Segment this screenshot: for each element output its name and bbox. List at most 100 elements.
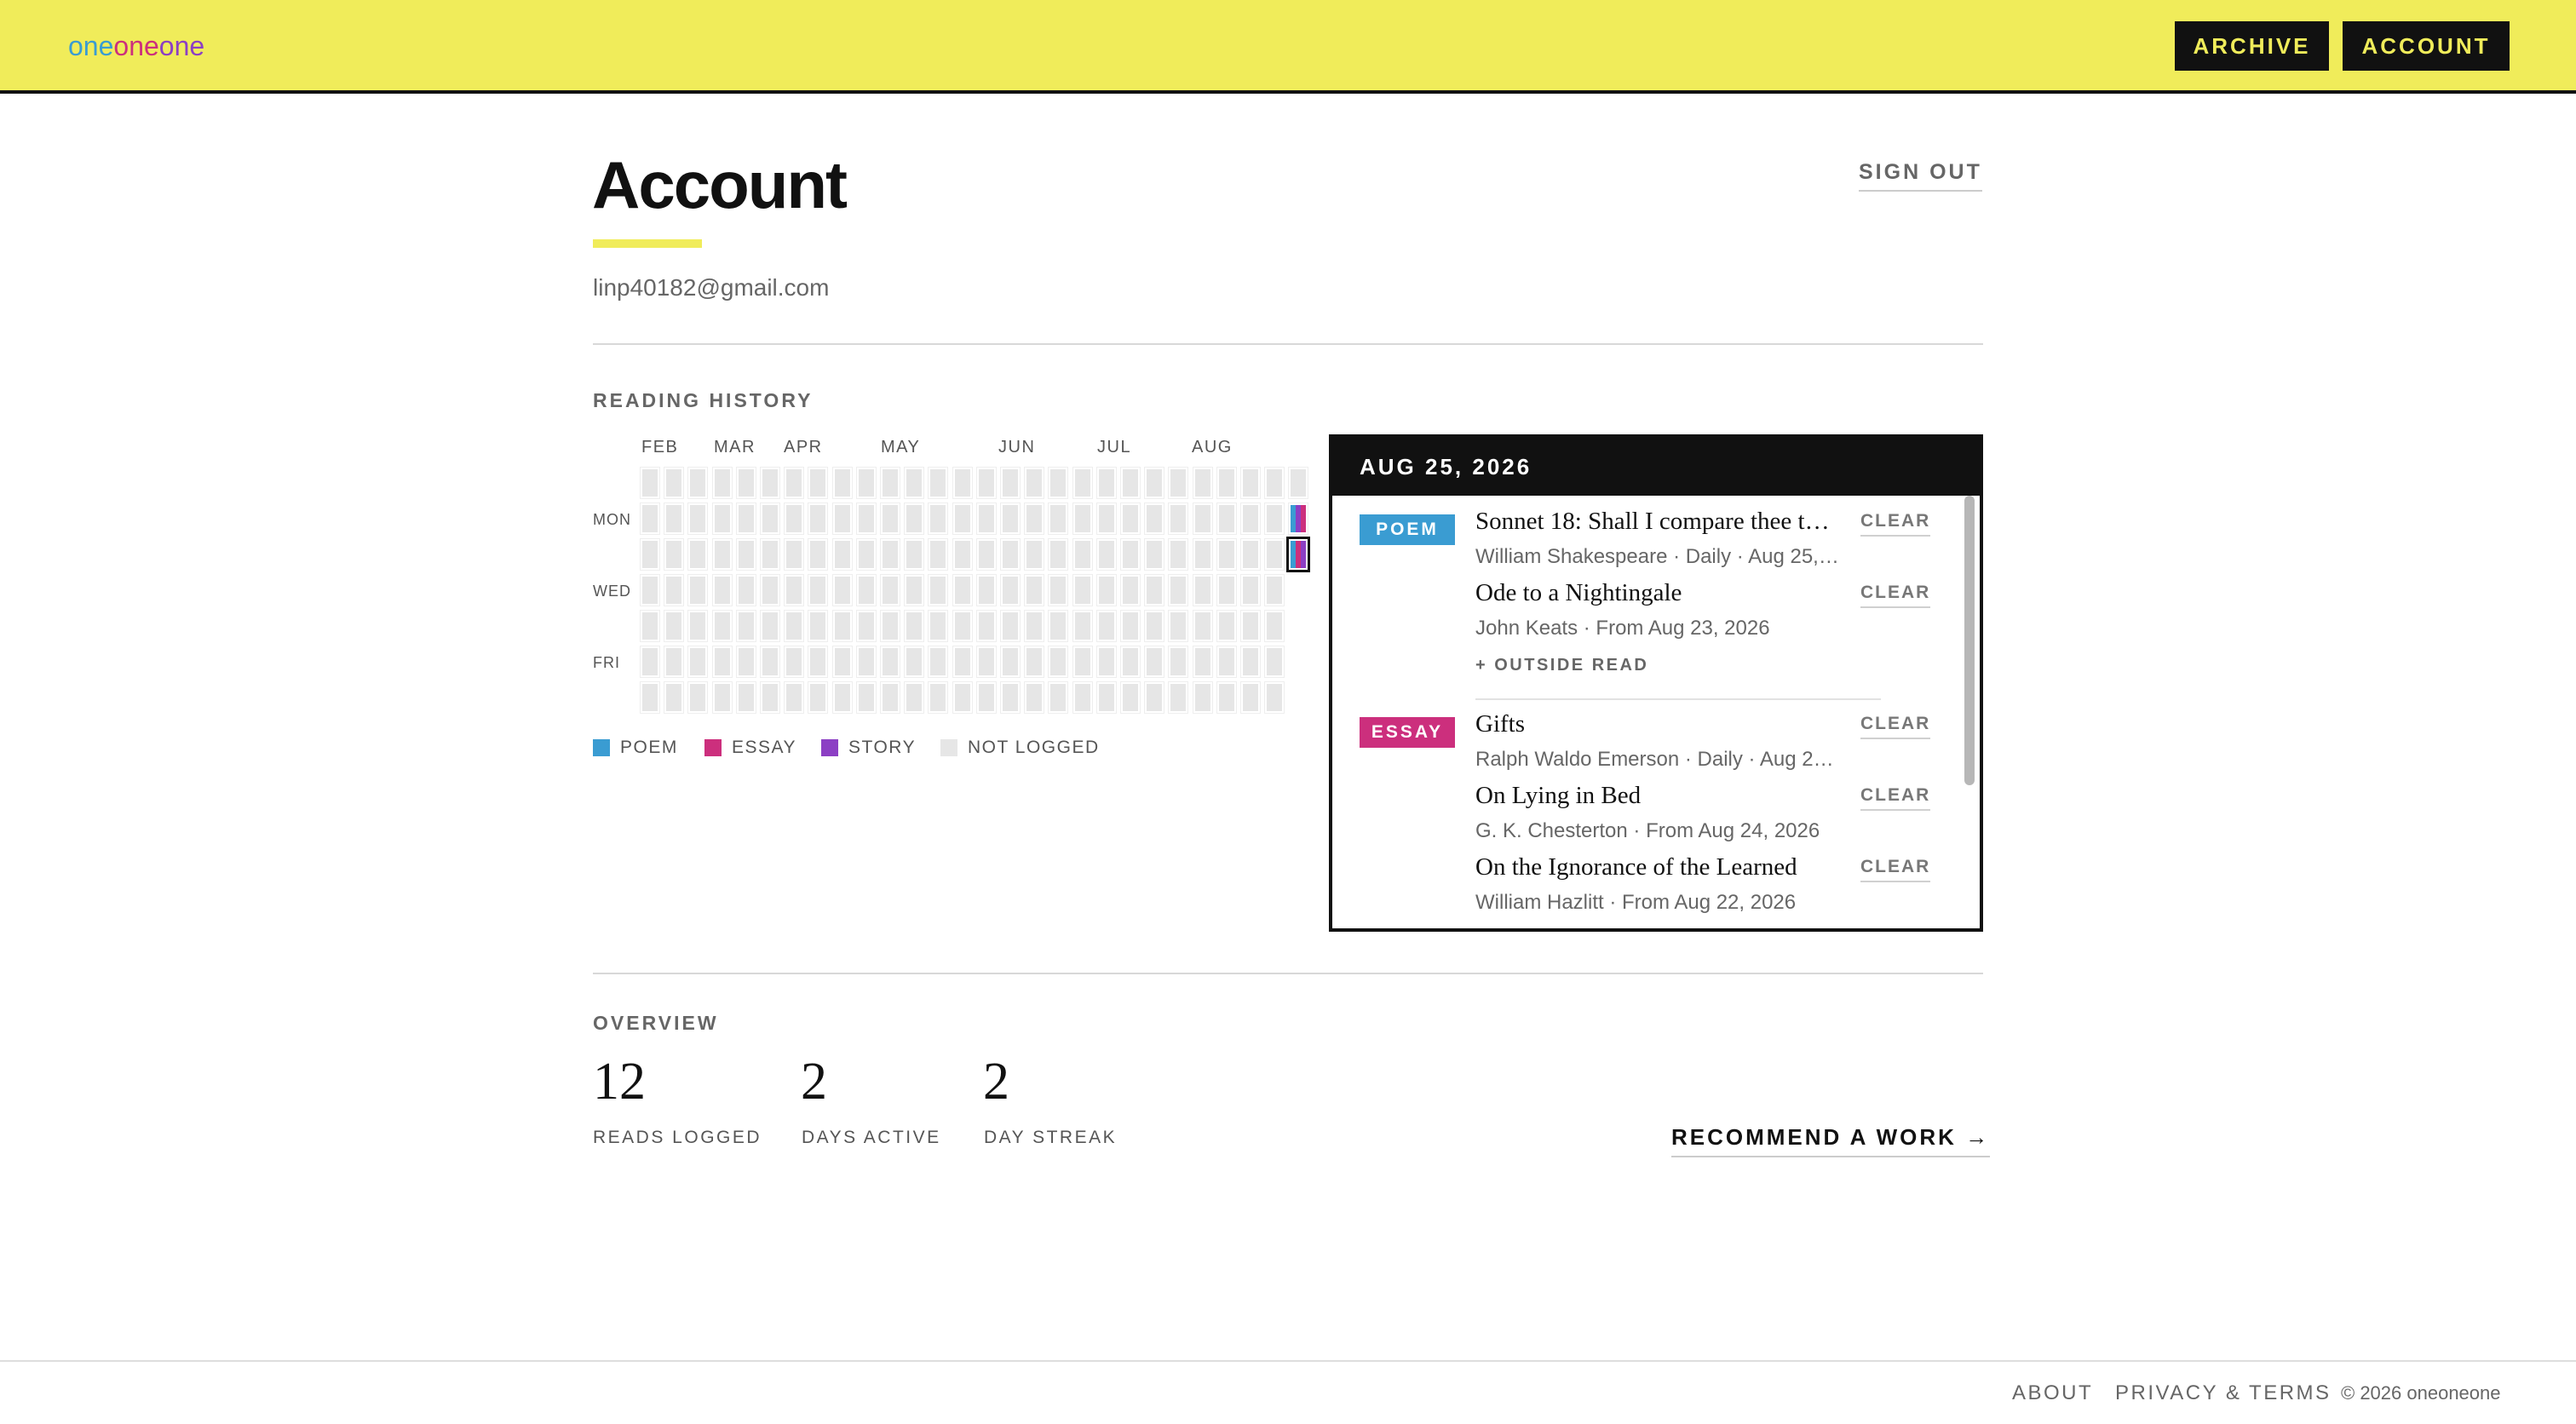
heatmap-cell[interactable] — [1096, 502, 1117, 535]
heatmap-cell[interactable] — [712, 574, 733, 606]
heatmap-cell[interactable] — [1096, 646, 1117, 678]
heatmap-cell[interactable] — [1240, 646, 1261, 678]
heatmap-cell[interactable] — [1024, 681, 1044, 714]
heatmap-cell[interactable] — [736, 681, 756, 714]
heatmap-cell[interactable] — [1048, 538, 1068, 571]
heatmap-cell[interactable] — [952, 610, 973, 642]
heatmap-cell[interactable] — [856, 681, 877, 714]
heatmap-cell[interactable] — [1072, 502, 1093, 535]
heatmap-cell[interactable] — [1096, 574, 1117, 606]
heatmap-cell[interactable] — [687, 610, 708, 642]
heatmap-cell[interactable] — [1240, 538, 1261, 571]
heatmap-cell[interactable] — [1024, 574, 1044, 606]
heatmap-cell[interactable] — [736, 646, 756, 678]
heatmap-cell[interactable] — [880, 574, 900, 606]
heatmap-cell[interactable] — [1216, 646, 1237, 678]
heatmap-cell[interactable] — [880, 538, 900, 571]
heatmap-cell[interactable] — [808, 538, 828, 571]
heatmap-cell[interactable] — [832, 538, 853, 571]
heatmap-cell[interactable] — [1000, 681, 1021, 714]
heatmap-cell[interactable] — [640, 574, 660, 606]
heatmap-cell[interactable] — [856, 610, 877, 642]
heatmap-cell[interactable] — [736, 610, 756, 642]
heatmap-cell[interactable] — [1144, 538, 1164, 571]
heatmap-cell[interactable] — [664, 681, 684, 714]
heatmap-cell[interactable] — [808, 681, 828, 714]
work-title[interactable]: Gifts — [1475, 710, 1525, 738]
heatmap-cell[interactable] — [1048, 502, 1068, 535]
heatmap-cell[interactable] — [640, 646, 660, 678]
heatmap-cell[interactable] — [880, 646, 900, 678]
heatmap-cell[interactable] — [1168, 502, 1188, 535]
heatmap-cell[interactable] — [904, 502, 924, 535]
heatmap-cell[interactable] — [976, 646, 997, 678]
heatmap-cell[interactable] — [736, 538, 756, 571]
heatmap-cell[interactable] — [736, 467, 756, 499]
heatmap-cell-logged[interactable] — [1286, 537, 1310, 572]
heatmap-cell[interactable] — [1168, 538, 1188, 571]
heatmap-cell[interactable] — [712, 502, 733, 535]
work-title[interactable]: Sonnet 18: Shall I compare thee to a Sum… — [1475, 508, 1833, 536]
heatmap-cell[interactable] — [952, 538, 973, 571]
heatmap-cell[interactable] — [1072, 467, 1093, 499]
heatmap-cell[interactable] — [904, 610, 924, 642]
heatmap-cell[interactable] — [1216, 681, 1237, 714]
heatmap-cell[interactable] — [1024, 646, 1044, 678]
heatmap-cell[interactable] — [784, 502, 804, 535]
heatmap-cell[interactable] — [664, 538, 684, 571]
clear-button[interactable]: CLEAR — [1860, 511, 1931, 537]
heatmap-cell[interactable] — [1072, 681, 1093, 714]
heatmap-cell[interactable] — [1240, 502, 1261, 535]
logo[interactable]: oneoneone — [68, 31, 204, 62]
heatmap-cell[interactable] — [1120, 681, 1141, 714]
heatmap-cell[interactable] — [808, 646, 828, 678]
heatmap-cell[interactable] — [1216, 538, 1237, 571]
heatmap-cell[interactable] — [1120, 610, 1141, 642]
heatmap-cell[interactable] — [808, 574, 828, 606]
footer-privacy-link[interactable]: PRIVACY & TERMS — [2115, 1381, 2332, 1405]
heatmap-cell[interactable] — [712, 646, 733, 678]
heatmap-cell[interactable] — [640, 538, 660, 571]
heatmap-cell[interactable] — [904, 681, 924, 714]
heatmap-cell[interactable] — [1096, 681, 1117, 714]
heatmap-cell[interactable] — [1193, 646, 1213, 678]
heatmap-cell[interactable] — [1240, 467, 1261, 499]
heatmap-cell[interactable] — [664, 646, 684, 678]
heatmap-cell[interactable] — [856, 646, 877, 678]
heatmap-cell[interactable] — [736, 574, 756, 606]
sign-out-link[interactable]: SIGN OUT — [1859, 160, 1982, 192]
heatmap-cell[interactable] — [736, 502, 756, 535]
heatmap-cell[interactable] — [1193, 538, 1213, 571]
heatmap-cell[interactable] — [832, 681, 853, 714]
heatmap-cell[interactable] — [687, 502, 708, 535]
heatmap-cell[interactable] — [784, 538, 804, 571]
heatmap-cell[interactable] — [1072, 610, 1093, 642]
heatmap-cell[interactable] — [1120, 467, 1141, 499]
heatmap-cell[interactable] — [976, 610, 997, 642]
panel-scrollbar[interactable] — [1964, 496, 1975, 785]
footer-about-link[interactable]: ABOUT — [2012, 1381, 2093, 1405]
heatmap-cell[interactable] — [664, 502, 684, 535]
heatmap-cell[interactable] — [928, 538, 948, 571]
heatmap-cell[interactable] — [1216, 574, 1237, 606]
heatmap-cell[interactable] — [880, 610, 900, 642]
heatmap-cell[interactable] — [904, 538, 924, 571]
heatmap-cell[interactable] — [1193, 502, 1213, 535]
heatmap-cell[interactable] — [904, 646, 924, 678]
heatmap-cell[interactable] — [904, 574, 924, 606]
heatmap-cell[interactable] — [1144, 502, 1164, 535]
heatmap-cell[interactable] — [1216, 467, 1237, 499]
heatmap-cell[interactable] — [760, 646, 780, 678]
heatmap-cell[interactable] — [1264, 502, 1285, 535]
heatmap-cell[interactable] — [832, 610, 853, 642]
heatmap-cell[interactable] — [1120, 502, 1141, 535]
heatmap-cell-logged[interactable] — [1288, 502, 1308, 535]
heatmap-cell[interactable] — [1264, 467, 1285, 499]
heatmap-cell[interactable] — [928, 467, 948, 499]
heatmap-cell[interactable] — [1168, 574, 1188, 606]
heatmap-cell[interactable] — [1024, 502, 1044, 535]
heatmap-cell[interactable] — [1264, 610, 1285, 642]
heatmap-cell[interactable] — [952, 646, 973, 678]
heatmap-cell[interactable] — [784, 681, 804, 714]
heatmap-cell[interactable] — [1048, 610, 1068, 642]
